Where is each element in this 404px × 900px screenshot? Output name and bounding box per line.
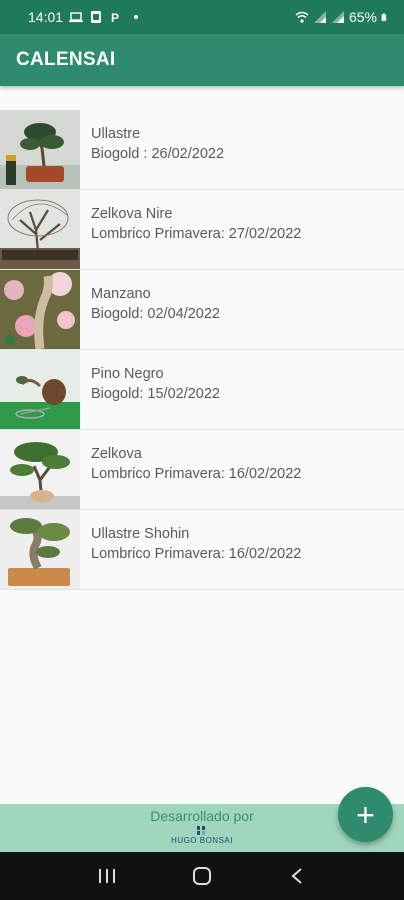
battery-icon: [381, 13, 387, 21]
fertilizer-date: Biogold: 02/04/2022: [91, 306, 220, 322]
signal-icon: [331, 11, 344, 23]
list-item[interactable]: Manzano Biogold: 02/04/2022: [0, 270, 404, 350]
app-title: CALENSAI: [16, 49, 116, 70]
bonsai-photo: [0, 110, 80, 189]
home-button[interactable]: [188, 862, 216, 890]
developer-logo[interactable]: HUGO BONSAI: [171, 826, 233, 845]
status-bar: 14:01 P 65%: [0, 0, 404, 34]
notification-icon: [91, 11, 102, 23]
svg-text:P: P: [111, 11, 119, 23]
list-item[interactable]: Pino Negro Biogold: 15/02/2022: [0, 350, 404, 430]
parking-icon: P: [111, 11, 119, 23]
plus-icon: +: [356, 796, 375, 833]
fertilizer-date: Lombrico Primavera: 16/02/2022: [91, 466, 302, 482]
status-time: 14:01: [28, 9, 64, 25]
back-button[interactable]: [283, 862, 311, 890]
fertilizer-date: Lombrico Primavera: 16/02/2022: [91, 546, 302, 562]
list-item[interactable]: Ullastre Biogold : 26/02/2022: [0, 110, 404, 190]
signal-icon: [313, 11, 326, 23]
back-icon: [291, 868, 302, 884]
bonsai-photo: [0, 510, 80, 589]
fertilizer-date: Lombrico Primavera: 27/02/2022: [91, 226, 302, 242]
footer-text: Desarrollado por: [150, 808, 254, 824]
bonsai-photo: [0, 430, 80, 509]
bonsai-list: Ullastre Biogold : 26/02/2022 Zelkova Ni…: [0, 110, 404, 590]
dot-icon: [134, 15, 139, 19]
bonsai-name: Manzano: [91, 286, 151, 302]
add-bonsai-button[interactable]: +: [338, 787, 393, 842]
navigation-bar: [0, 852, 404, 900]
recents-button[interactable]: [93, 862, 121, 890]
fertilizer-date: Biogold : 26/02/2022: [91, 146, 225, 162]
battery-level: 65%: [348, 9, 377, 25]
laptop-icon: [69, 12, 84, 23]
bonsai-name: Ullastre: [91, 126, 141, 142]
bonsai-name: Zelkova Nire: [91, 206, 173, 222]
list-item[interactable]: Ullastre Shohin Lombrico Primavera: 16/0…: [0, 510, 404, 590]
list-item[interactable]: Zelkova Lombrico Primavera: 16/02/2022: [0, 430, 404, 510]
list-item[interactable]: Zelkova Nire Lombrico Primavera: 27/02/2…: [0, 190, 404, 270]
recents-icon: [99, 869, 116, 883]
logo-text: HUGO BONSAI: [171, 836, 233, 845]
bonsai-photo: [0, 350, 80, 429]
home-icon: [192, 867, 211, 885]
fertilizer-date: Biogold: 15/02/2022: [91, 386, 220, 402]
logo-icon: [196, 826, 205, 835]
bonsai-photo: [0, 190, 80, 269]
app-bar: CALENSAI: [0, 34, 404, 86]
bonsai-name: Ullastre Shohin: [91, 526, 190, 542]
bonsai-name: Pino Negro: [91, 366, 164, 382]
wifi-icon: [295, 11, 309, 23]
bonsai-photo: [0, 270, 80, 349]
bonsai-name: Zelkova: [91, 446, 142, 462]
